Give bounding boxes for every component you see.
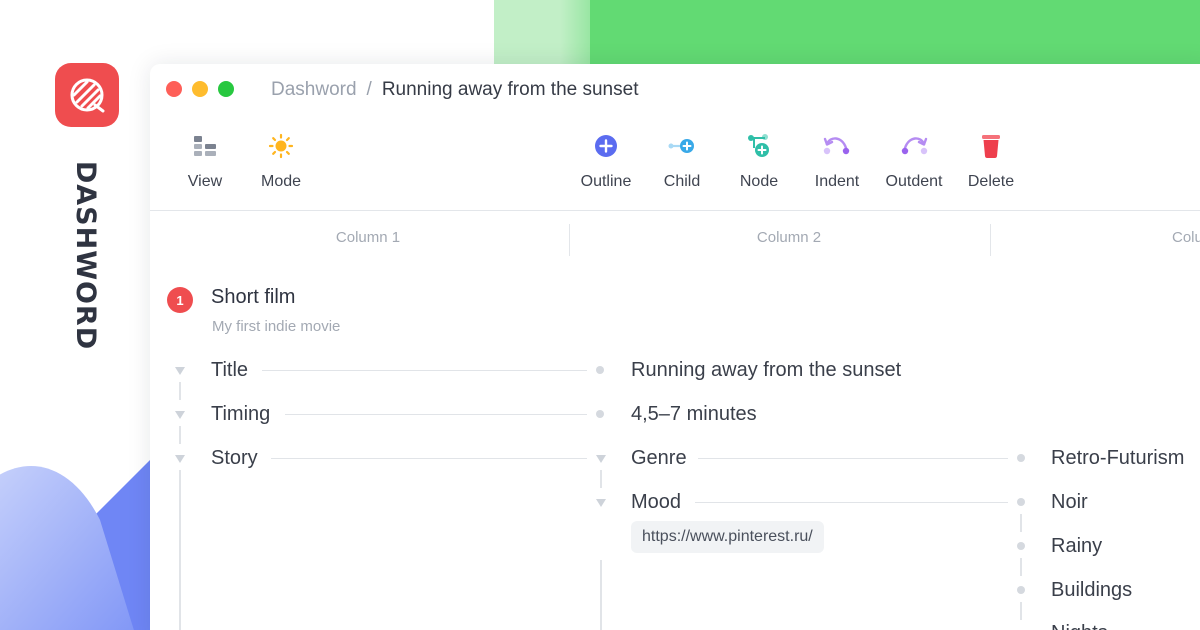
outdent-button[interactable]: Outdent	[874, 130, 954, 191]
node-mood-value[interactable]: Rainy	[1051, 535, 1102, 558]
child-label: Child	[663, 173, 701, 190]
child-button[interactable]: Child	[642, 130, 722, 191]
node-connector	[695, 502, 1008, 503]
node-timing-value[interactable]: 4,5–7 minutes	[631, 403, 757, 426]
plus-circle-icon	[595, 135, 617, 157]
column-header-1[interactable]: Column 1	[268, 229, 468, 246]
tree-line	[600, 560, 602, 630]
delete-button[interactable]: Delete	[951, 130, 1031, 191]
node-connector	[262, 370, 587, 371]
tree-line	[600, 470, 602, 488]
collapse-arrow[interactable]	[175, 455, 185, 463]
collapse-arrow[interactable]	[175, 367, 185, 375]
node-genre-value[interactable]: Retro-Futurism	[1051, 447, 1184, 470]
node-bullet[interactable]	[1017, 586, 1025, 594]
node-bullet[interactable]	[1017, 498, 1025, 506]
indent-button[interactable]: Indent	[797, 130, 877, 191]
node-mood-value[interactable]: Noir	[1051, 491, 1088, 514]
mode-label: Mode	[260, 173, 302, 190]
node-bullet[interactable]	[1017, 542, 1025, 550]
outline-button[interactable]: Outline	[566, 130, 646, 191]
node-mood-value[interactable]: Buildings	[1051, 579, 1132, 602]
brand-logo	[55, 63, 119, 127]
breadcrumb-separator: /	[366, 79, 372, 100]
collapse-arrow[interactable]	[596, 499, 606, 507]
node-mood-label[interactable]: Mood	[631, 491, 681, 514]
node-button[interactable]: Node	[719, 130, 799, 191]
indent-icon	[823, 137, 850, 155]
document-subtitle[interactable]: My first indie movie	[212, 318, 340, 335]
node-connector	[285, 414, 587, 415]
sun-icon	[268, 133, 294, 159]
app-window: Dashword / Running away from the sunset …	[150, 64, 1200, 630]
indent-label: Indent	[814, 173, 860, 190]
node-bullet[interactable]	[1017, 454, 1025, 462]
breadcrumb-root-link[interactable]: Dashword	[271, 79, 357, 101]
node-title-value[interactable]: Running away from the sunset	[631, 359, 901, 382]
mode-button[interactable]: Mode	[241, 130, 321, 191]
document-number-badge: 1	[167, 287, 193, 313]
node-connector	[698, 458, 1008, 459]
node-genre-label[interactable]: Genre	[631, 447, 687, 470]
close-window-button[interactable]	[166, 81, 182, 97]
outdent-label: Outdent	[885, 173, 943, 190]
mood-link-chip[interactable]: https://www.pinterest.ru/	[631, 521, 824, 553]
collapse-arrow[interactable]	[175, 411, 185, 419]
tree-line	[1020, 602, 1022, 620]
tree-line	[1020, 514, 1022, 532]
tree-line	[179, 470, 181, 630]
dashword-logo-icon	[70, 78, 105, 113]
document-title[interactable]: Short film	[211, 286, 295, 309]
outline-label: Outline	[580, 173, 632, 190]
add-child-icon	[668, 139, 694, 153]
toolbar-divider	[150, 210, 1200, 211]
node-bullet[interactable]	[596, 366, 604, 374]
tree-line	[179, 382, 181, 400]
node-story-label[interactable]: Story	[211, 447, 258, 470]
node-label: Node	[739, 173, 779, 190]
tree-line	[179, 426, 181, 444]
window-controls	[166, 81, 234, 97]
breadcrumb-current: Running away from the sunset	[381, 79, 639, 100]
tree-line	[1020, 558, 1022, 576]
minimize-window-button[interactable]	[192, 81, 208, 97]
layout-icon	[194, 136, 216, 156]
column-separator[interactable]	[569, 224, 570, 256]
trash-icon	[982, 135, 1000, 158]
collapse-arrow[interactable]	[596, 455, 606, 463]
column-header-3[interactable]: Colu	[1172, 229, 1200, 246]
node-title-label[interactable]: Title	[211, 359, 248, 382]
add-node-icon	[748, 134, 769, 157]
node-bullet[interactable]	[596, 410, 604, 418]
brand-name: DASHWORD	[70, 160, 102, 350]
outdent-icon	[901, 137, 928, 155]
column-separator[interactable]	[990, 224, 991, 256]
node-mood-value[interactable]: Nights	[1051, 622, 1108, 630]
brand-wordmark: DASHWORD	[66, 150, 106, 360]
node-connector	[271, 458, 587, 459]
view-label: View	[187, 173, 223, 190]
view-button[interactable]: View	[165, 130, 245, 191]
node-timing-label[interactable]: Timing	[211, 403, 270, 426]
zoom-window-button[interactable]	[218, 81, 234, 97]
delete-label: Delete	[967, 173, 1015, 190]
column-header-2[interactable]: Column 2	[689, 229, 889, 246]
breadcrumb: Dashword / Running away from the sunset	[271, 79, 638, 101]
